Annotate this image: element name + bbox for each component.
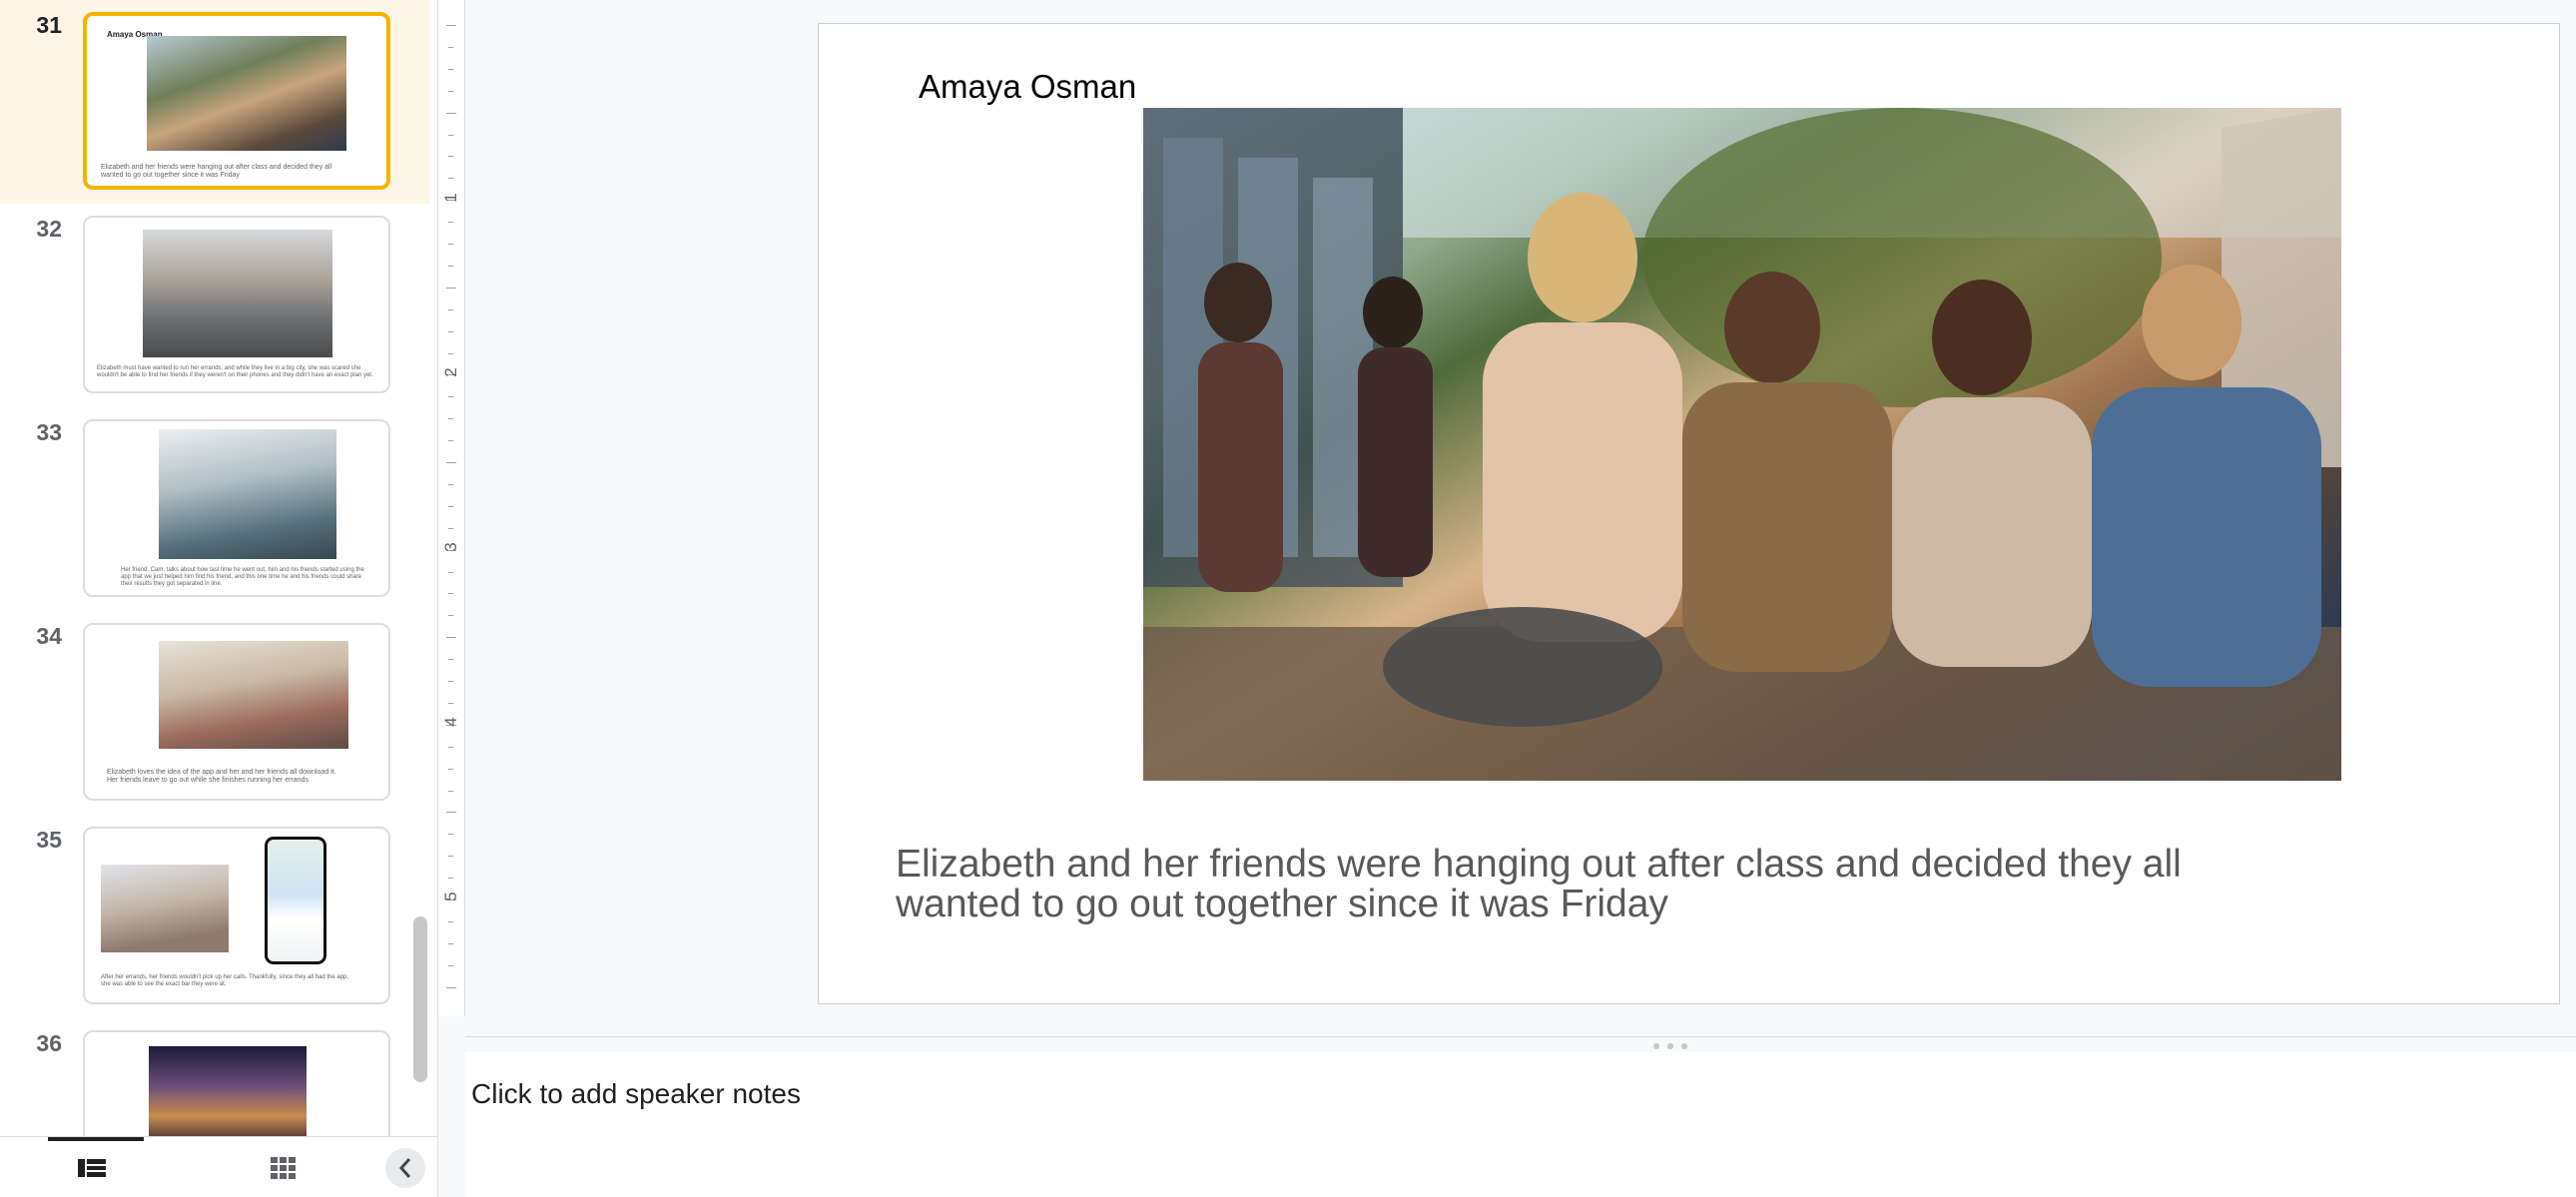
slide-preview[interactable]: Her friend, Cam, talks about how last ti…: [83, 419, 390, 597]
slide-preview[interactable]: Elizabeth must have wanted to run her er…: [83, 216, 390, 393]
filmstrip-view-icon: [78, 1158, 106, 1177]
thumb-phone-map: [265, 837, 326, 964]
chevron-left-icon: [385, 1147, 425, 1188]
thumb-photo-street: [143, 230, 332, 357]
ruler-tick: [448, 308, 453, 310]
drag-dot: [1667, 1043, 1673, 1049]
slide-title[interactable]: Amaya Osman: [919, 68, 1136, 106]
ruler-number: 1: [441, 193, 460, 203]
slide-thumbnail-34[interactable]: 34 Elizabeth loves the idea of the app a…: [0, 611, 429, 815]
ruler-number: 3: [441, 542, 460, 552]
slide-number: 31: [36, 12, 62, 38]
ruler-tick: [448, 68, 453, 70]
ruler-tick: [448, 571, 453, 573]
slide-number: 34: [36, 623, 62, 649]
ruler-tick: [448, 46, 453, 48]
ruler-tick: [448, 178, 453, 180]
slide-number: 33: [36, 419, 62, 445]
slide-preview[interactable]: Elizabeth loves the idea of the app and …: [83, 623, 390, 801]
ruler-tick: [448, 942, 453, 944]
slide-preview[interactable]: Amaya Osman Elizabeth and her friends we…: [83, 12, 390, 190]
ruler-tick: [448, 134, 453, 136]
ruler-tick: [448, 659, 453, 661]
ruler-tick: [446, 637, 456, 639]
thumb-slide-text: Elizabeth loves the idea of the app and …: [107, 769, 336, 784]
thumb-photo-meeting: [159, 429, 336, 559]
thumb-slide-text: Her friend, Cam, talks about how last ti…: [121, 567, 364, 587]
ruler-tick: [448, 483, 453, 485]
ruler-tick: [448, 920, 453, 922]
ruler-tick: [448, 681, 453, 682]
slide-thumbnail-35[interactable]: 35 After her errands, her friends wouldn…: [0, 815, 429, 1018]
ruler-tick: [448, 505, 453, 507]
vertical-ruler[interactable]: 1 2 3 4 5: [438, 0, 465, 1016]
collapse-filmstrip-button[interactable]: [385, 1137, 425, 1197]
ruler-tick: [448, 330, 453, 332]
slide-number: 35: [36, 827, 62, 853]
ruler-number: 2: [441, 367, 460, 377]
ruler-tick: [448, 396, 453, 398]
ruler-number: 5: [441, 892, 460, 901]
photo-illustration: [1143, 108, 2341, 781]
ruler-tick: [448, 222, 453, 224]
ruler-tick: [448, 856, 453, 858]
slide-thumbnail-33[interactable]: 33 Her friend, Cam, talks about how last…: [0, 407, 429, 611]
ruler-tick: [448, 593, 453, 595]
thumb-photo-friends: [147, 36, 346, 151]
slide-number: 36: [36, 1030, 62, 1056]
ruler-tick: [448, 768, 453, 770]
ruler-tick: [446, 986, 456, 988]
ruler-tick: [446, 287, 456, 289]
thumb-photo-woman-phone: [101, 865, 229, 952]
ruler-tick: [446, 112, 456, 114]
slide-photo-friends[interactable]: [1143, 108, 2341, 781]
ruler-tick: [448, 352, 453, 354]
slide-canvas[interactable]: Amaya Osman Elizabeth and her friends we…: [818, 23, 2560, 1004]
filmstrip-toolbar: [0, 1136, 437, 1197]
ruler-tick: [448, 156, 453, 158]
ruler-tick: [448, 418, 453, 420]
ruler-tick: [448, 746, 453, 748]
thumb-slide-text: Elizabeth must have wanted to run her er…: [97, 365, 373, 378]
ruler-tick: [448, 265, 453, 267]
ruler-tick: [446, 462, 456, 463]
grid-view-button[interactable]: [244, 1137, 323, 1197]
thumb-slide-text: Elizabeth and her friends were hanging o…: [101, 164, 332, 179]
ruler-tick: [448, 834, 453, 836]
ruler-tick: [448, 527, 453, 529]
ruler-tick: [448, 90, 453, 92]
ruler-tick: [448, 878, 453, 880]
ruler-number: 4: [441, 717, 460, 727]
filmstrip-view-button[interactable]: [52, 1137, 132, 1197]
filmstrip-panel: 31 Amaya Osman Elizabeth and her friends…: [0, 0, 438, 1197]
notes-resize-handle[interactable]: [465, 1036, 2576, 1053]
ruler-tick: [448, 790, 453, 792]
slide-thumbnail-31[interactable]: 31 Amaya Osman Elizabeth and her friends…: [0, 0, 429, 204]
filmstrip-scrollbar[interactable]: [413, 916, 427, 1082]
ruler-tick: [448, 440, 453, 442]
ruler-tick: [446, 812, 456, 814]
thumb-photo-shopping: [159, 641, 348, 749]
ruler-tick: [448, 615, 453, 617]
slide-thumbnail-32[interactable]: 32 Elizabeth must have wanted to run her…: [0, 204, 429, 407]
speaker-notes-panel[interactable]: Click to add speaker notes: [465, 1052, 2576, 1197]
drag-dot: [1681, 1043, 1687, 1049]
ruler-tick: [448, 702, 453, 704]
ruler-tick: [448, 244, 453, 245]
drag-dot: [1653, 1043, 1659, 1049]
slide-preview[interactable]: After her errands, her friends wouldn't …: [83, 827, 390, 1004]
slide-body-text[interactable]: Elizabeth and her friends were hanging o…: [896, 845, 2313, 924]
grid-view-icon: [271, 1156, 296, 1179]
ruler-tick: [446, 25, 456, 26]
slide-number: 32: [36, 216, 62, 242]
ruler-tick: [448, 964, 453, 966]
thumb-photo-party: [149, 1046, 307, 1146]
speaker-notes-placeholder[interactable]: Click to add speaker notes: [471, 1078, 801, 1110]
thumb-slide-text: After her errands, her friends wouldn't …: [101, 974, 349, 987]
